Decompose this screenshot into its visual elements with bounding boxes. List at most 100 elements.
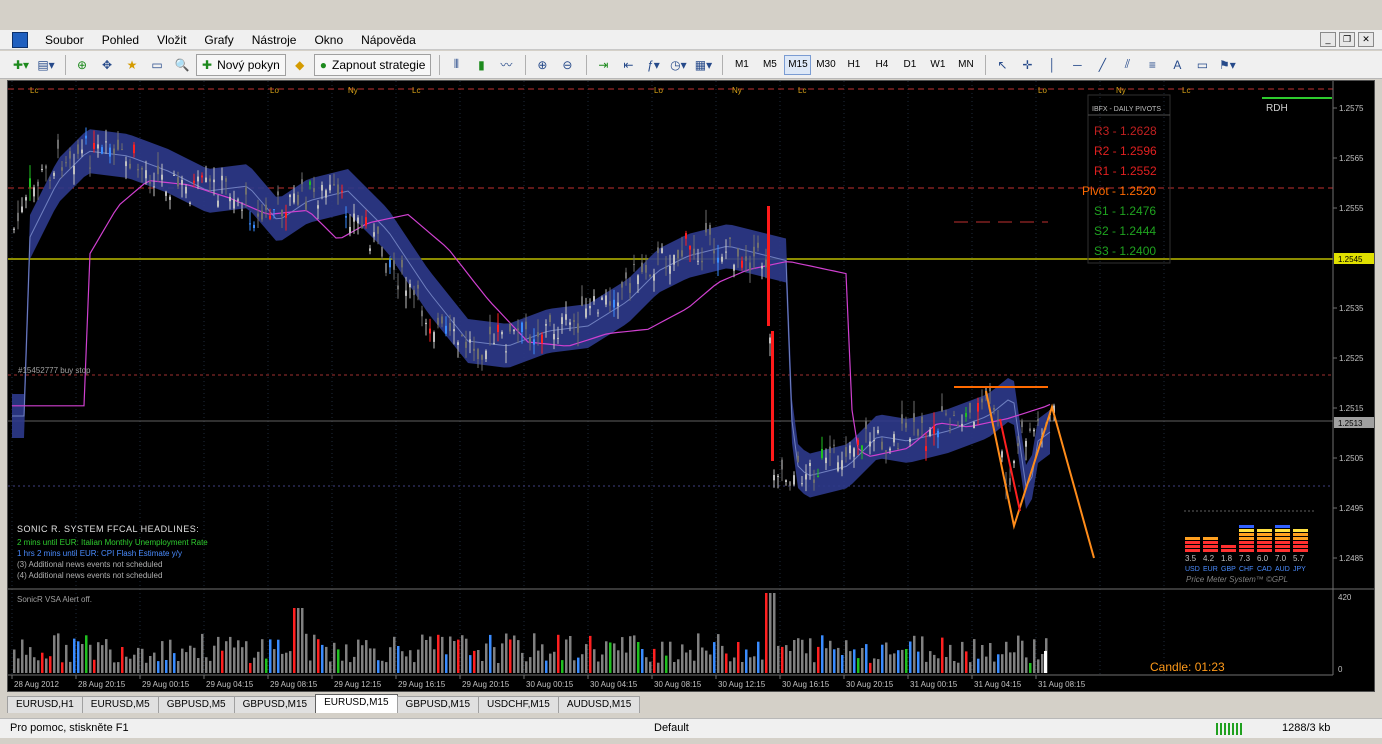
minimize-icon[interactable]: _ bbox=[1320, 32, 1336, 47]
volume-bar bbox=[741, 662, 744, 673]
candle-body bbox=[949, 427, 951, 429]
templates-icon[interactable]: ▦▾ bbox=[692, 54, 714, 76]
meter-segment bbox=[1203, 537, 1218, 540]
periods-icon[interactable]: ◷▾ bbox=[667, 54, 689, 76]
volume-bar bbox=[829, 640, 832, 673]
timeframe-w1[interactable]: W1 bbox=[924, 55, 951, 75]
volume-bar bbox=[257, 651, 260, 673]
indicators-icon[interactable]: ƒ▾ bbox=[642, 54, 664, 76]
candle-body bbox=[773, 475, 775, 481]
navigator-icon[interactable]: ★ bbox=[121, 54, 143, 76]
volume-bar bbox=[513, 635, 516, 673]
label-tool-icon[interactable]: ▭ bbox=[1191, 54, 1213, 76]
candle-body bbox=[393, 260, 395, 270]
volume-bar bbox=[969, 662, 972, 673]
chart-tab[interactable]: EURUSD,H1 bbox=[7, 696, 83, 713]
strategy-tester-icon[interactable]: 🔍 bbox=[171, 54, 193, 76]
cursor-icon[interactable]: ↖ bbox=[991, 54, 1013, 76]
auto-scroll-icon[interactable]: ⇥ bbox=[592, 54, 614, 76]
timeframe-m1[interactable]: M1 bbox=[728, 55, 755, 75]
menu-view[interactable]: Pohled bbox=[93, 30, 148, 50]
chart-tab[interactable]: AUDUSD,M15 bbox=[557, 696, 641, 713]
vertical-line-icon[interactable]: │ bbox=[1041, 54, 1063, 76]
volume-bar bbox=[901, 649, 904, 673]
volume-bar bbox=[553, 651, 556, 673]
candle-body bbox=[385, 263, 387, 273]
data-window-icon[interactable]: ✥ bbox=[96, 54, 118, 76]
chart-tab[interactable]: GBPUSD,M5 bbox=[157, 696, 235, 713]
volume-bar bbox=[669, 641, 672, 673]
volume-bar bbox=[941, 637, 944, 673]
trendline-icon[interactable]: ╱ bbox=[1091, 54, 1113, 76]
candle-body bbox=[613, 299, 615, 308]
timeframe-h1[interactable]: H1 bbox=[840, 55, 867, 75]
menu-insert[interactable]: Vložit bbox=[148, 30, 195, 50]
candle-body bbox=[309, 181, 311, 185]
chart-shift-icon[interactable]: ⇤ bbox=[617, 54, 639, 76]
meter-segment bbox=[1221, 549, 1236, 552]
chart-tab[interactable]: USDCHF,M15 bbox=[478, 696, 559, 713]
chart-tab[interactable]: EURUSD,M5 bbox=[81, 696, 159, 713]
menu-help[interactable]: Nápověda bbox=[352, 30, 425, 50]
zoom-in-icon[interactable]: ⊕ bbox=[531, 54, 553, 76]
terminal-icon[interactable]: ▭ bbox=[146, 54, 168, 76]
price-chart[interactable]: 3.5 USD4.2 EUR1.8 GBP7.3 CHF 6.0 CAD7.0 AUD5.7 J… bbox=[8, 81, 1374, 691]
candlestick-icon[interactable]: ▮ bbox=[470, 54, 492, 76]
menu-charts[interactable]: Grafy bbox=[195, 30, 242, 50]
volume-bar bbox=[285, 652, 288, 673]
volume-bar bbox=[61, 662, 64, 673]
meter-segment bbox=[1239, 541, 1254, 544]
volume-bar bbox=[717, 634, 720, 673]
volume-bar bbox=[337, 649, 340, 673]
channel-icon[interactable]: ⫽ bbox=[1116, 54, 1138, 76]
chart-tab[interactable]: GBPUSD,M15 bbox=[233, 696, 317, 713]
volume-bar bbox=[169, 639, 172, 673]
timeframe-m5[interactable]: M5 bbox=[756, 55, 783, 75]
new-chart-icon[interactable]: ✚▾ bbox=[10, 54, 32, 76]
timeframe-m30[interactable]: M30 bbox=[812, 55, 839, 75]
candle-body bbox=[409, 283, 411, 288]
chart-tab[interactable]: GBPUSD,M15 bbox=[396, 696, 480, 713]
candle-body bbox=[601, 297, 603, 300]
autotrading-button[interactable]: ● Zapnout strategie bbox=[313, 53, 432, 76]
candle-body bbox=[433, 332, 435, 342]
timeframe-h4[interactable]: H4 bbox=[868, 55, 895, 75]
chart-tab-active[interactable]: EURUSD,M15 bbox=[315, 694, 398, 713]
close-icon[interactable]: ✕ bbox=[1358, 32, 1374, 47]
volume-bar bbox=[433, 649, 436, 673]
profiles-icon[interactable]: ▤▾ bbox=[35, 54, 57, 76]
meter-segment bbox=[1203, 545, 1218, 548]
candle-body bbox=[785, 480, 787, 482]
market-watch-icon[interactable]: ⊕ bbox=[71, 54, 93, 76]
bar-chart-icon[interactable]: ⫴ bbox=[445, 54, 467, 76]
timeframe-m15[interactable]: M15 bbox=[784, 54, 812, 75]
candle-body bbox=[377, 226, 379, 234]
volume-bar bbox=[333, 642, 336, 673]
menu-file[interactable]: Soubor bbox=[36, 30, 93, 50]
meter-segment bbox=[1275, 533, 1290, 536]
timeframe-mn[interactable]: MN bbox=[952, 55, 979, 75]
candle-body bbox=[657, 247, 659, 253]
volume-bar bbox=[397, 646, 400, 673]
new-order-button[interactable]: ✚ Nový pokyn bbox=[196, 53, 286, 76]
chart-window[interactable]: 3.5 USD 4.2 EUR 1.8 GBP 7.3 CHF 6.0 CAD 7.0 AUD 5.7 J… bbox=[7, 80, 1375, 692]
timeframe-d1[interactable]: D1 bbox=[896, 55, 923, 75]
volume-bar bbox=[625, 652, 628, 673]
text-tool-icon[interactable]: A bbox=[1166, 54, 1188, 76]
candle-body bbox=[673, 254, 675, 265]
arrows-icon[interactable]: ⚑▾ bbox=[1216, 54, 1238, 76]
horizontal-line-icon[interactable]: ─ bbox=[1066, 54, 1088, 76]
restore-icon[interactable]: ❐ bbox=[1339, 32, 1355, 47]
volume-bar bbox=[437, 634, 440, 673]
crosshair-icon[interactable]: ✛ bbox=[1016, 54, 1038, 76]
volume-bar bbox=[417, 649, 420, 673]
toolbar: ✚▾ ▤▾ ⊕ ✥ ★ ▭ 🔍 ✚ Nový pokyn ◆ ● Zapnout s… bbox=[0, 51, 1382, 79]
menu-tools[interactable]: Nástroje bbox=[243, 30, 306, 50]
fibonacci-icon[interactable]: ≡ bbox=[1141, 54, 1163, 76]
volume-bar bbox=[457, 639, 460, 673]
menu-window[interactable]: Okno bbox=[305, 30, 352, 50]
zoom-out-icon[interactable]: ⊖ bbox=[556, 54, 578, 76]
pivot-r2: R2 - 1.2596 bbox=[1094, 144, 1157, 158]
metaeditor-icon[interactable]: ◆ bbox=[289, 54, 311, 76]
line-chart-icon[interactable]: 〰 bbox=[495, 54, 517, 76]
